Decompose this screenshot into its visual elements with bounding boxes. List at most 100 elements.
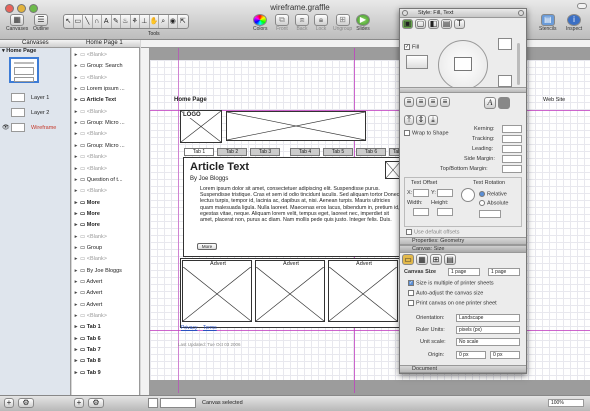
disclosure-triangle-icon[interactable]: ▸	[72, 154, 80, 161]
disclosure-triangle-icon[interactable]: ▸	[72, 109, 80, 116]
disclosure-triangle-icon[interactable]: ▸	[72, 324, 80, 331]
rotation-field[interactable]	[479, 210, 501, 218]
outline-item[interactable]: ▸ ▭ <Blank>	[72, 166, 140, 173]
auto-adjust-checkbox[interactable]	[408, 290, 414, 296]
align-justify-icon[interactable]: ≡	[440, 97, 450, 107]
outline-item[interactable]: ▸ ▭ <Blank>	[72, 313, 140, 320]
outline-item[interactable]: ▸ ▭ Advert	[72, 290, 140, 297]
eye-icon[interactable]: 👁︎	[2, 124, 10, 131]
disclosure-triangle-icon[interactable]: ▸	[72, 177, 80, 184]
diagram-tool[interactable]: ⚘	[131, 15, 140, 28]
outline-item[interactable]: ▸ ▭ Group: Micro ...	[72, 143, 140, 150]
outline-item[interactable]: ▸ ▭ More	[72, 200, 140, 207]
canvas-name[interactable]: Home Page	[6, 48, 36, 54]
page-title[interactable]: Home Page	[174, 97, 207, 103]
kerning-field[interactable]	[502, 125, 522, 133]
canvases-button[interactable]: ▦ Canvases	[6, 14, 28, 32]
orientation-select[interactable]: Landscape	[456, 314, 520, 322]
front-button[interactable]: ⧉ Front	[275, 14, 289, 32]
outline-item[interactable]: ▸ ▭ Article Text	[72, 97, 140, 104]
disclosure-triangle-icon[interactable]: ▾	[2, 48, 5, 54]
outline-item[interactable]: ▸ ▭ Group: Micro ...	[72, 120, 140, 127]
disclosure-triangle-icon[interactable]: ▸	[72, 279, 80, 286]
advert-placeholder[interactable]: Advert	[328, 260, 398, 322]
disclosure-triangle-icon[interactable]: ▸	[72, 211, 80, 218]
disclosure-triangle-icon[interactable]: ▸	[72, 268, 80, 275]
outline-item[interactable]: ▸ ▭ <Blank>	[72, 131, 140, 138]
lock-button[interactable]: 🔒︎ Lock	[314, 14, 328, 32]
disclosure-triangle-icon[interactable]: ▸	[72, 120, 80, 127]
canvas-height-field[interactable]: 1 page	[488, 268, 520, 276]
disclosure-triangle-icon[interactable]: ▸	[72, 63, 80, 70]
inspect-button[interactable]: i Inspect	[566, 14, 582, 32]
offset-width-field[interactable]	[413, 208, 429, 216]
toolbar-toggle[interactable]	[577, 3, 587, 9]
text-style-icon[interactable]: T	[454, 19, 465, 29]
rubber-stamp-tool[interactable]: ⊥	[140, 15, 150, 28]
zoom-tool[interactable]: ⌕	[159, 15, 169, 28]
valign-middle-icon[interactable]: ⇕	[416, 115, 426, 125]
canvas-size-header[interactable]: Canvas: Size	[400, 245, 526, 253]
inspector-titlebar[interactable]: Style: Fill, Text	[400, 9, 526, 18]
layout-icon[interactable]: ⊞	[430, 254, 442, 265]
outline-item[interactable]: ▸ ▭ Question of t...	[72, 177, 140, 184]
color-well[interactable]	[498, 38, 512, 50]
stroke-style-icon[interactable]: ▢	[415, 19, 426, 29]
outline-item[interactable]: ▸ ▭ <Blank>	[72, 75, 140, 82]
disclosure-triangle-icon[interactable]: ▸	[72, 75, 80, 82]
print-one-sheet-checkbox[interactable]	[408, 300, 414, 306]
privacy-link[interactable]: Privacy	[181, 325, 197, 331]
terms-link[interactable]: Terms	[203, 325, 217, 331]
more-button[interactable]: More	[197, 243, 217, 250]
outline-item[interactable]: ▸ ▭ Tab 8	[72, 358, 140, 365]
canvas-size-icon[interactable]: ▭	[402, 254, 414, 265]
disclosure-triangle-icon[interactable]: ▸	[72, 86, 80, 93]
relative-radio[interactable]	[479, 191, 485, 197]
align-right-icon[interactable]: ≡	[428, 97, 438, 107]
gear-icon[interactable]: ⚙	[18, 398, 34, 408]
properties-geometry-header[interactable]: Properties: Geometry	[400, 237, 526, 245]
text-color-icon[interactable]	[498, 97, 510, 109]
offset-height-field[interactable]	[437, 208, 453, 216]
pen-tool[interactable]: ✎	[112, 15, 121, 28]
outline-item[interactable]: ▸ ▭ <Blank>	[72, 109, 140, 116]
outline-item[interactable]: ▸ ▭ Tab 7	[72, 347, 140, 354]
document-header[interactable]: Document	[400, 365, 526, 373]
web-site-label[interactable]: Web Site	[543, 97, 565, 103]
tab-3[interactable]: Tab 3	[250, 148, 280, 156]
font-icon[interactable]: A	[484, 97, 496, 109]
fill-collapse-bar[interactable]	[400, 87, 526, 93]
zoom-icon[interactable]	[518, 10, 524, 16]
disclosure-triangle-icon[interactable]: ▸	[72, 97, 80, 104]
rotation-dial[interactable]	[461, 188, 475, 202]
disclosure-triangle-icon[interactable]: ▸	[72, 200, 80, 207]
outline-item[interactable]: ▸ ▭ <Blank>	[72, 52, 140, 59]
advert-placeholder[interactable]: Advert	[182, 260, 252, 322]
outline-item[interactable]: ▸ ▭ Lorem ipsum ...	[72, 86, 140, 93]
outline-button[interactable]: ☰ Outline	[33, 14, 49, 32]
ruler-units-select[interactable]: pixels (px)	[456, 326, 520, 334]
wrap-checkbox[interactable]	[404, 130, 410, 136]
slides-button[interactable]: ▶ Slides	[356, 14, 370, 32]
color-well[interactable]	[498, 75, 512, 87]
offset-y-field[interactable]	[437, 189, 453, 197]
ungroup-button[interactable]: ⊞ Ungroup	[333, 14, 352, 32]
outline-item[interactable]: ▸ ▭ Group: Search	[72, 63, 140, 70]
offset-x-field[interactable]	[413, 189, 429, 197]
outline-item[interactable]: ▸ ▭ More	[72, 211, 140, 218]
browse-tool[interactable]: ◉	[169, 15, 178, 28]
outline-item[interactable]: ▸ ▭ Advert	[72, 279, 140, 286]
outline-item[interactable]: ▸ ▭ Advert	[72, 302, 140, 309]
grid-icon[interactable]: ▦	[416, 254, 428, 265]
fill-type-popup[interactable]	[406, 55, 428, 69]
tab-6[interactable]: Tab 6	[356, 148, 386, 156]
top-bottom-margin-field[interactable]	[502, 165, 522, 173]
banner-placeholder[interactable]	[226, 111, 366, 141]
valign-top-icon[interactable]: ⤒	[404, 115, 414, 125]
canvas-width-field[interactable]: 1 page	[448, 268, 480, 276]
selection-arrow-tool[interactable]: ⇱	[178, 15, 188, 28]
vertical-ruler[interactable]	[141, 48, 150, 395]
last-updated[interactable]: Last Updated: Tue Oct 03 2006	[178, 342, 241, 347]
zoom-button[interactable]	[29, 4, 38, 13]
layer-row-selected[interactable]: 👁︎ Wireframe	[2, 123, 68, 133]
